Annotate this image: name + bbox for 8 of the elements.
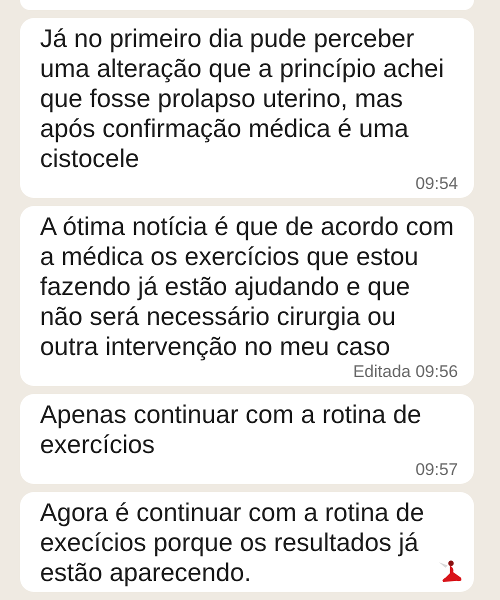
message-time: 09:57 <box>415 460 458 480</box>
message-text: Agora é continuar com a rotina de execícios porque os resultados já estão aparecendo. <box>40 498 426 588</box>
message-time: 09:54 <box>415 174 458 194</box>
message-text: Apenas continuar com a rotina de exercícios <box>40 400 422 460</box>
message-time: Editada 09:56 <box>353 362 458 382</box>
message-text: A ótima notícia é que de acordo com a médica os exercícios que estou fazendo já estão ajudando e que não será necessário cirurgia ou outra intervenção no meu caso <box>40 212 455 362</box>
message-text: Já no primeiro dia pude perceber uma alteração que a princípio achei que fosse prolapso uterino, mas após confirmação médica é uma cistocele <box>40 24 446 174</box>
dancer-icon <box>438 560 464 582</box>
